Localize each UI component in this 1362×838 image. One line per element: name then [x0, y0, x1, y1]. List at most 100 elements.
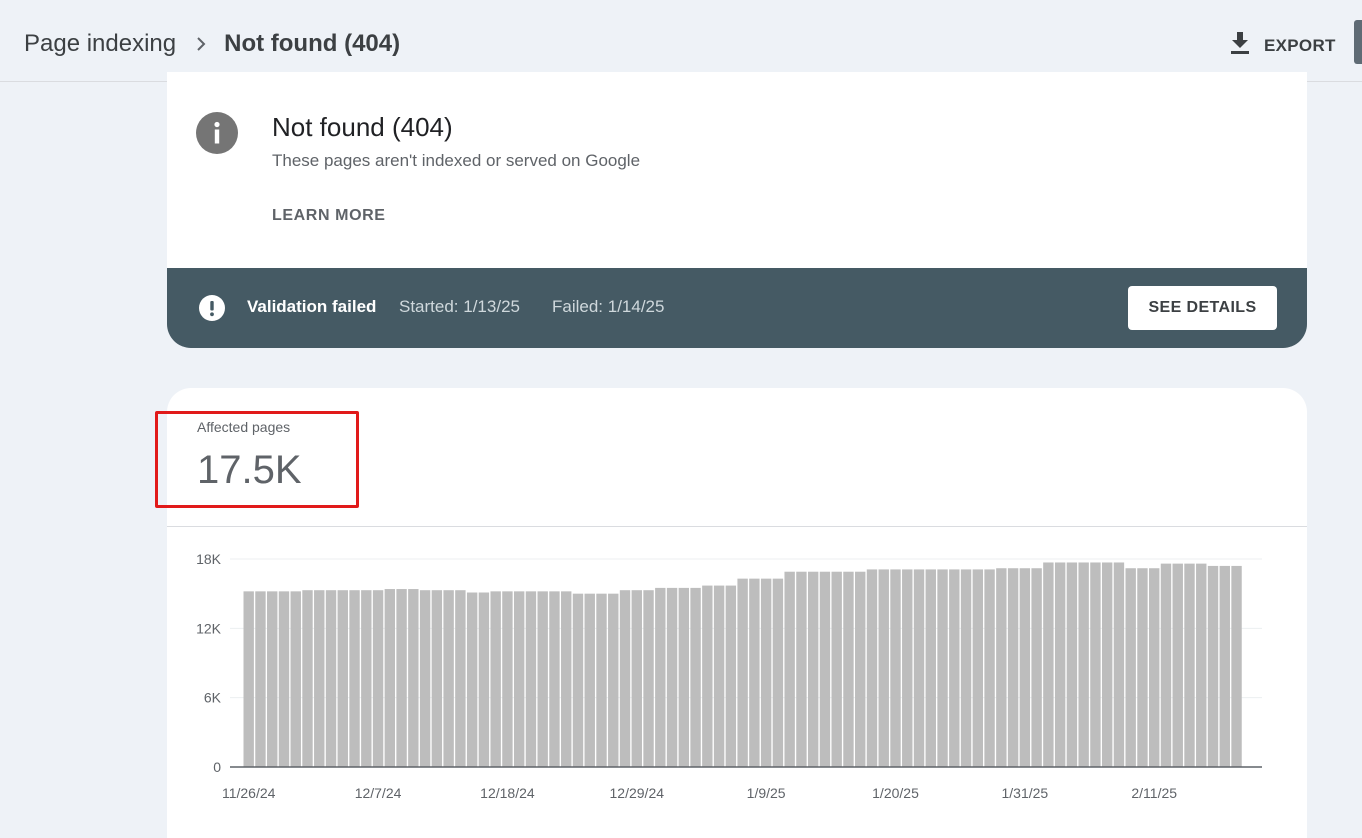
chart-bar[interactable]: [584, 593, 595, 767]
chart-bar[interactable]: [572, 593, 584, 767]
chart-bar[interactable]: [713, 585, 725, 767]
chart-bar[interactable]: [643, 590, 654, 767]
chart-bar[interactable]: [878, 569, 889, 767]
chart-bar[interactable]: [1101, 562, 1113, 767]
chart-bar[interactable]: [384, 589, 396, 767]
chart-bar[interactable]: [1125, 568, 1136, 767]
chart-bar[interactable]: [1219, 565, 1230, 767]
chart-bar[interactable]: [513, 591, 525, 767]
chart-bar[interactable]: [843, 571, 854, 767]
chart-bar[interactable]: [478, 592, 490, 767]
chart-bar[interactable]: [537, 591, 548, 767]
chart-bar[interactable]: [737, 578, 748, 767]
chart-bar[interactable]: [1090, 562, 1101, 767]
chart-bar[interactable]: [408, 589, 419, 767]
learn-more-link[interactable]: LEARN MORE: [272, 207, 386, 225]
chart-bar[interactable]: [925, 569, 936, 767]
chart-bar[interactable]: [949, 569, 960, 767]
chart-bar[interactable]: [972, 569, 984, 767]
chart-bar[interactable]: [278, 591, 290, 767]
chart-bar[interactable]: [314, 590, 325, 767]
chart-bar[interactable]: [937, 569, 948, 767]
chart-bar[interactable]: [349, 590, 360, 767]
chart-bar[interactable]: [1184, 563, 1195, 767]
chart-bar[interactable]: [702, 585, 713, 767]
chart-bar[interactable]: [419, 590, 431, 767]
chart-bar[interactable]: [631, 590, 642, 767]
chart-bar[interactable]: [1054, 562, 1066, 767]
chart-bar[interactable]: [1172, 563, 1183, 767]
chart-bar[interactable]: [807, 571, 819, 767]
chart-bar[interactable]: [290, 591, 301, 767]
top-bar: Page indexing Not found (404) EXPORT: [0, 0, 1362, 82]
chart-bar[interactable]: [325, 590, 337, 767]
chart-bar[interactable]: [255, 591, 266, 767]
chart-bar[interactable]: [1207, 565, 1219, 767]
chart-bar[interactable]: [267, 591, 278, 767]
breadcrumb: Page indexing Not found (404): [24, 30, 400, 58]
chart-bar[interactable]: [619, 590, 631, 767]
download-icon: [1228, 30, 1252, 61]
chart-bar[interactable]: [996, 568, 1007, 767]
chart-bar[interactable]: [561, 591, 572, 767]
chart-bar[interactable]: [490, 591, 501, 767]
chart-bar[interactable]: [466, 592, 478, 767]
chart-bar[interactable]: [960, 569, 972, 767]
chart-bar[interactable]: [855, 571, 866, 767]
chart-bar[interactable]: [502, 591, 513, 767]
chart-bar[interactable]: [1149, 568, 1160, 767]
chart-bar[interactable]: [866, 569, 878, 767]
chart-bar[interactable]: [725, 585, 737, 767]
see-details-button[interactable]: SEE DETAILS: [1128, 286, 1277, 330]
chart-bar[interactable]: [749, 578, 760, 767]
side-panel-edge[interactable]: [1354, 20, 1362, 64]
chart-bar[interactable]: [1007, 568, 1019, 767]
chart-bar[interactable]: [431, 590, 443, 767]
chart-bar[interactable]: [549, 591, 560, 767]
chart-bar[interactable]: [1113, 562, 1125, 767]
info-icon: [196, 112, 238, 159]
chart-bar[interactable]: [243, 591, 254, 767]
chart-bar[interactable]: [831, 571, 842, 767]
chart-bar[interactable]: [772, 578, 784, 767]
x-tick-label: 12/18/24: [480, 785, 535, 801]
chart-bar[interactable]: [678, 587, 690, 767]
chart-bar[interactable]: [1078, 562, 1089, 767]
chart-bar[interactable]: [1231, 565, 1242, 767]
chart-bar[interactable]: [760, 578, 772, 767]
chart-bar[interactable]: [913, 569, 925, 767]
chart-bar[interactable]: [902, 569, 913, 767]
chart-bar[interactable]: [302, 590, 313, 767]
chart-bar[interactable]: [525, 591, 537, 767]
chart-bar[interactable]: [1043, 562, 1054, 767]
chart-bar[interactable]: [361, 590, 372, 767]
chart-bar[interactable]: [796, 571, 807, 767]
chart-bar[interactable]: [1066, 562, 1078, 767]
chart-bar[interactable]: [1031, 568, 1042, 767]
y-tick-label: 6K: [204, 690, 222, 706]
chart-bar[interactable]: [608, 593, 619, 767]
chart-bar[interactable]: [455, 590, 466, 767]
chart-bar[interactable]: [443, 590, 454, 767]
chart-bar[interactable]: [1019, 568, 1031, 767]
chart-bar[interactable]: [337, 590, 348, 767]
chart-bar[interactable]: [784, 571, 795, 767]
chart-bar[interactable]: [372, 590, 384, 767]
chart-bar[interactable]: [666, 587, 678, 767]
chart-bar[interactable]: [655, 587, 666, 767]
chart-bar[interactable]: [984, 569, 995, 767]
chart-bar[interactable]: [1137, 568, 1148, 767]
chart-bar[interactable]: [690, 587, 701, 767]
export-button[interactable]: EXPORT: [1228, 30, 1336, 61]
breadcrumb-parent-link[interactable]: Page indexing: [24, 30, 176, 58]
chart-bar[interactable]: [596, 593, 607, 767]
export-label: EXPORT: [1264, 35, 1336, 55]
chart-bar[interactable]: [396, 589, 407, 767]
chart-bar[interactable]: [890, 569, 901, 767]
y-tick-label: 18K: [196, 551, 222, 567]
page-title: Not found (404): [224, 30, 401, 57]
chart-bar[interactable]: [819, 571, 831, 767]
chart-bar[interactable]: [1160, 563, 1172, 767]
chart-bar[interactable]: [1196, 563, 1207, 767]
x-tick-label: 1/31/25: [1002, 785, 1049, 801]
